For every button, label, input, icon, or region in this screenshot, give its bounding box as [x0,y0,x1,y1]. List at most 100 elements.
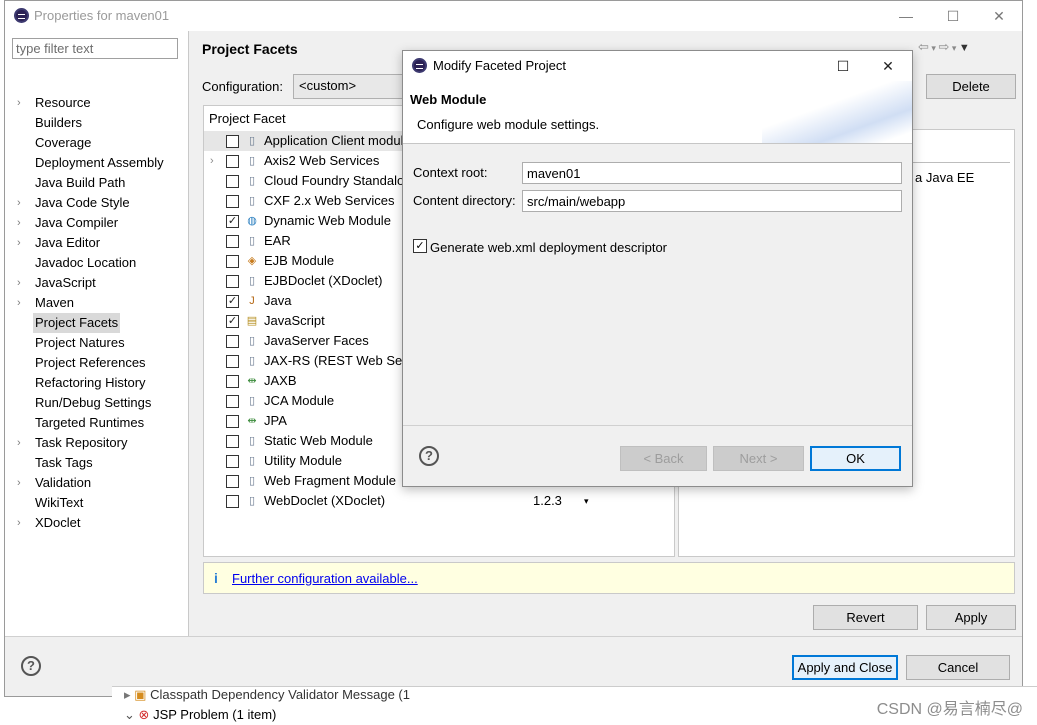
maximize-icon[interactable]: ☐ [820,51,866,81]
sidebar-item[interactable]: › Maven [5,293,189,313]
eclipse-icon [14,8,29,23]
page-title: Project Facets [202,41,298,57]
configuration-label: Configuration: [202,79,283,94]
facet-checkbox[interactable] [226,495,239,508]
chevron-right-icon[interactable]: › [17,93,21,113]
nav-toolbar: ⇦ ▾ ⇨ ▾ ▼ [918,39,970,55]
facet-checkbox[interactable] [226,415,239,428]
facet-checkbox[interactable] [226,155,239,168]
doc-icon: ▯ [248,195,256,207]
apply-and-close-button[interactable]: Apply and Close [792,655,898,680]
sidebar-item[interactable]: Targeted Runtimes [5,413,189,433]
facet-label: JavaServer Faces [264,333,369,348]
forward-arrow-icon[interactable]: ⇨ [938,39,949,54]
sidebar-item[interactable]: › Task Repository [5,433,189,453]
sidebar-item[interactable]: Javadoc Location [5,253,189,273]
chevron-right-icon[interactable]: › [17,293,21,313]
chevron-right-icon[interactable]: › [17,233,21,253]
sidebar-item[interactable]: › Java Editor [5,233,189,253]
facet-checkbox[interactable] [226,135,239,148]
context-root-input[interactable] [522,162,902,184]
sidebar-item-label: Validation [35,475,92,490]
sidebar-item-label: Coverage [35,135,92,150]
chevron-down-icon[interactable]: ▾ [949,43,959,53]
facet-label: Axis2 Web Services [264,153,380,168]
sidebar-item[interactable]: Project References [5,353,189,373]
sidebar-item[interactable]: Coverage [5,133,189,153]
sidebar-item[interactable]: Deployment Assembly [5,153,189,173]
chevron-down-icon[interactable]: ▾ [584,491,589,511]
revert-button[interactable]: Revert [813,605,918,630]
sidebar-item[interactable]: Project Natures [5,333,189,353]
chevron-right-icon[interactable]: › [17,193,21,213]
help-icon[interactable]: ? [21,656,41,676]
background-item: ⌄ ⊗ JSP Problem (1 item) [124,707,277,722]
sidebar-item[interactable]: › JavaScript [5,273,189,293]
background-item: ▸ ▣ Classpath Dependency Validator Messa… [124,687,410,702]
minimize-icon[interactable]: — [883,1,929,31]
back-arrow-icon[interactable]: ⇦ [918,39,929,54]
view-menu-icon[interactable]: ▼ [959,42,970,54]
next-button[interactable]: Next > [713,446,804,471]
facet-checkbox[interactable] [226,255,239,268]
chevron-down-icon[interactable]: ▾ [929,43,939,53]
ok-button[interactable]: OK [810,446,901,471]
sidebar-item[interactable]: Task Tags [5,453,189,473]
cancel-button[interactable]: Cancel [906,655,1010,680]
facet-checkbox[interactable] [226,475,239,488]
sidebar-item[interactable]: Project Facets [5,313,189,333]
facet-checkbox[interactable]: ✓ [226,215,239,228]
dialog-titlebar: Modify Faceted Project ☐ ✕ [403,51,912,81]
delete-button[interactable]: Delete [926,74,1016,99]
sidebar-item[interactable]: › Resource [5,93,189,113]
sidebar-item-label: Resource [35,95,91,110]
sidebar-item[interactable]: Refactoring History [5,373,189,393]
content-directory-input[interactable] [522,190,902,212]
facet-checkbox[interactable] [226,355,239,368]
apply-button[interactable]: Apply [926,605,1016,630]
facet-checkbox[interactable] [226,455,239,468]
facet-checkbox[interactable] [226,235,239,248]
facet-checkbox[interactable] [226,175,239,188]
doc-icon: ▯ [248,275,256,287]
facet-checkbox[interactable] [226,375,239,388]
back-button[interactable]: < Back [620,446,707,471]
filter-input[interactable] [12,38,178,59]
sidebar-item[interactable]: › Java Compiler [5,213,189,233]
chevron-right-icon[interactable]: › [17,433,21,453]
sidebar-item-label: Deployment Assembly [35,155,164,170]
facet-checkbox[interactable]: ✓ [226,295,239,308]
facet-checkbox[interactable] [226,395,239,408]
maximize-icon[interactable]: ☐ [930,1,976,31]
doc-icon: ▯ [248,435,256,447]
sidebar-item[interactable]: WikiText [5,493,189,513]
facet-checkbox[interactable]: ✓ [226,315,239,328]
chevron-right-icon[interactable]: › [17,473,21,493]
dialog-title: Modify Faceted Project [433,58,566,73]
further-config-link[interactable]: Further configuration available... [232,571,418,586]
facet-label: EJBDoclet (XDoclet) [264,273,383,288]
configuration-select[interactable]: <custom> [293,74,413,99]
facet-checkbox[interactable] [226,435,239,448]
sidebar-item[interactable]: › Java Code Style [5,193,189,213]
chevron-right-icon[interactable]: › [17,513,21,533]
chevron-right-icon[interactable]: › [17,273,21,293]
sidebar-item[interactable]: › Validation [5,473,189,493]
sidebar-item-label: Javadoc Location [35,255,137,270]
sidebar-item[interactable]: Java Build Path [5,173,189,193]
facet-checkbox[interactable] [226,195,239,208]
chevron-right-icon[interactable]: › [17,213,21,233]
sidebar-item[interactable]: Builders [5,113,189,133]
facet-row[interactable]: ▯ WebDoclet (XDoclet) 1.2.3 ▾ [204,491,674,511]
sidebar-item[interactable]: Run/Debug Settings [5,393,189,413]
facet-version[interactable]: 1.2.3 [533,491,562,511]
generate-xml-checkbox[interactable]: ✓ [413,239,427,253]
close-icon[interactable]: ✕ [865,51,911,81]
close-icon[interactable]: ✕ [976,1,1022,31]
chevron-right-icon[interactable]: › [210,151,214,171]
facet-checkbox[interactable] [226,335,239,348]
doc-icon: ▯ [248,455,256,467]
help-icon[interactable]: ? [419,446,439,466]
facet-checkbox[interactable] [226,275,239,288]
sidebar-item[interactable]: › XDoclet [5,513,189,533]
